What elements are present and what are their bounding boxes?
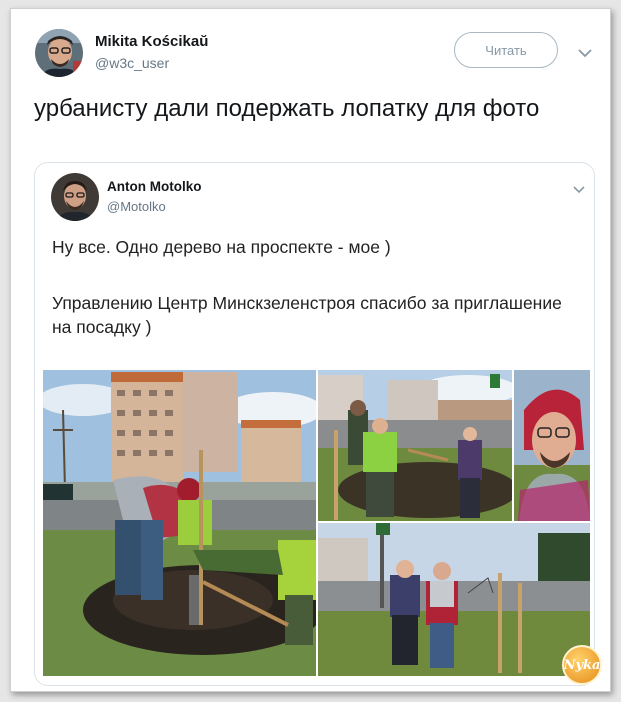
quoted-text-line2: Управлению Центр Минскзеленстроя спасибо… [52, 293, 562, 337]
photo-grid [43, 370, 590, 676]
quoted-text-line1: Ну все. Одно дерево на проспекте - мое ) [52, 237, 391, 257]
tweet-card: Mikita Kościkaŭ @w3c_user Читать урбанис… [10, 8, 611, 692]
quoted-author-handle[interactable]: @Motolko [107, 199, 166, 214]
tweet-text: урбанисту дали подержать лопатку для фот… [34, 95, 540, 122]
quoted-tweet[interactable]: Anton Motolko @Motolko Ну все. Одно дере… [34, 162, 595, 686]
author-handle[interactable]: @w3c_user [95, 55, 169, 71]
author-avatar[interactable] [35, 29, 83, 77]
quoted-author-name[interactable]: Anton Motolko [107, 179, 201, 194]
watermark-logo: Nyka [562, 645, 602, 685]
photo-couple[interactable] [318, 523, 590, 676]
quoted-chevron-down-icon[interactable] [573, 181, 585, 194]
photo-planting-main[interactable] [43, 370, 316, 676]
follow-button[interactable]: Читать [454, 32, 558, 68]
quoted-author-avatar[interactable] [51, 173, 99, 221]
photo-selfie[interactable] [514, 370, 590, 521]
photo-planting-workers[interactable] [318, 370, 512, 521]
author-name[interactable]: Mikita Kościkaŭ [95, 33, 208, 50]
chevron-down-icon[interactable] [578, 45, 592, 58]
